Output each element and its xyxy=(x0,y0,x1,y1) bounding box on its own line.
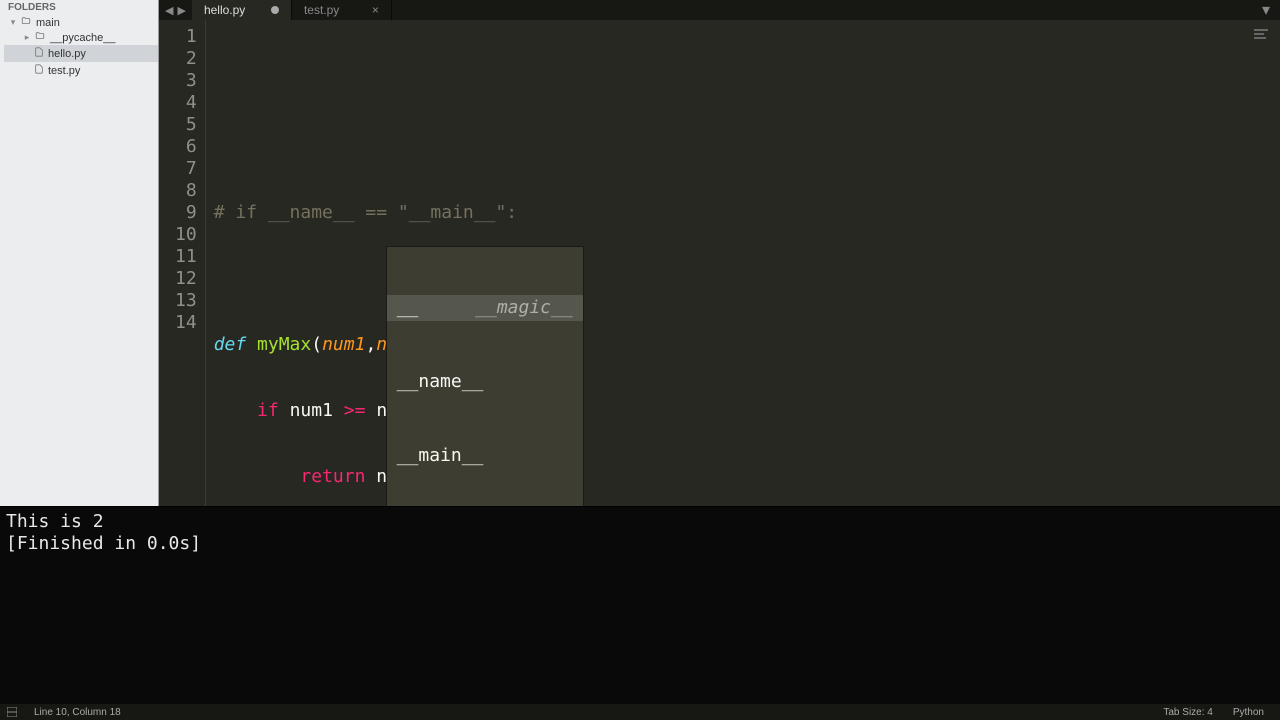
line-number-gutter: 1 2 3 4 5 6 7 8 9 10 11 12 13 14 xyxy=(159,20,206,506)
chevron-down-icon: ▾ xyxy=(1262,0,1270,20)
output-line: [Finished in 0.0s] xyxy=(6,533,201,554)
autocomplete-popup: __ __magic__ __name__ __main__ xyxy=(386,246,584,506)
file-label: test.py xyxy=(48,65,80,77)
file-label: hello.py xyxy=(48,48,86,60)
autocomplete-item[interactable]: __main__ xyxy=(387,443,583,469)
sidebar-header: FOLDERS xyxy=(0,0,158,15)
autocomplete-item[interactable]: __name__ xyxy=(387,369,583,395)
folder-pycache[interactable]: ▸ __pycache__ xyxy=(4,30,158,45)
output-line: This is 2 xyxy=(6,511,104,532)
folder-label: __pycache__ xyxy=(50,32,115,44)
file-hello-py[interactable]: hello.py xyxy=(4,45,158,62)
chevron-right-icon: ▸ xyxy=(22,32,32,43)
chevron-down-icon: ▾ xyxy=(8,17,18,28)
nav-back-icon[interactable]: ◀ xyxy=(163,4,175,17)
code-editor[interactable]: 1 2 3 4 5 6 7 8 9 10 11 12 13 14 # if __… xyxy=(159,20,1280,506)
tab-test-py[interactable]: test.py × xyxy=(292,0,392,20)
tab-size[interactable]: Tab Size: 4 xyxy=(1153,707,1222,718)
file-icon xyxy=(34,63,44,78)
tab-label: hello.py xyxy=(204,3,263,17)
dirty-indicator-icon xyxy=(271,6,279,14)
folder-icon xyxy=(34,31,46,44)
minimap-indicator-icon xyxy=(1252,26,1274,42)
status-bar: Line 10, Column 18 Tab Size: 4 Python xyxy=(0,704,1280,720)
tab-overflow-menu[interactable]: ▾ xyxy=(1252,0,1280,20)
tab-hello-py[interactable]: hello.py xyxy=(192,0,292,20)
build-output-panel[interactable]: This is 2 [Finished in 0.0s] xyxy=(0,506,1280,704)
folder-label: main xyxy=(36,17,60,29)
folder-icon xyxy=(20,16,32,29)
folder-main[interactable]: ▾ main xyxy=(4,15,158,30)
panel-switcher-icon[interactable] xyxy=(6,706,18,718)
folder-sidebar: FOLDERS ▾ main ▸ __pycache__ hell xyxy=(0,0,159,506)
tab-bar: ◀ ▶ hello.py test.py × ▾ xyxy=(159,0,1280,20)
file-icon xyxy=(34,46,44,61)
nav-forward-icon[interactable]: ▶ xyxy=(175,4,187,17)
cursor-position[interactable]: Line 10, Column 18 xyxy=(24,707,131,718)
close-icon[interactable]: × xyxy=(372,3,379,17)
autocomplete-item[interactable]: __ __magic__ xyxy=(387,295,583,321)
editor-area: ◀ ▶ hello.py test.py × ▾ 1 2 3 4 5 xyxy=(159,0,1280,506)
file-test-py[interactable]: test.py xyxy=(4,62,158,79)
syntax-mode[interactable]: Python xyxy=(1223,707,1274,718)
tab-label: test.py xyxy=(304,3,364,17)
